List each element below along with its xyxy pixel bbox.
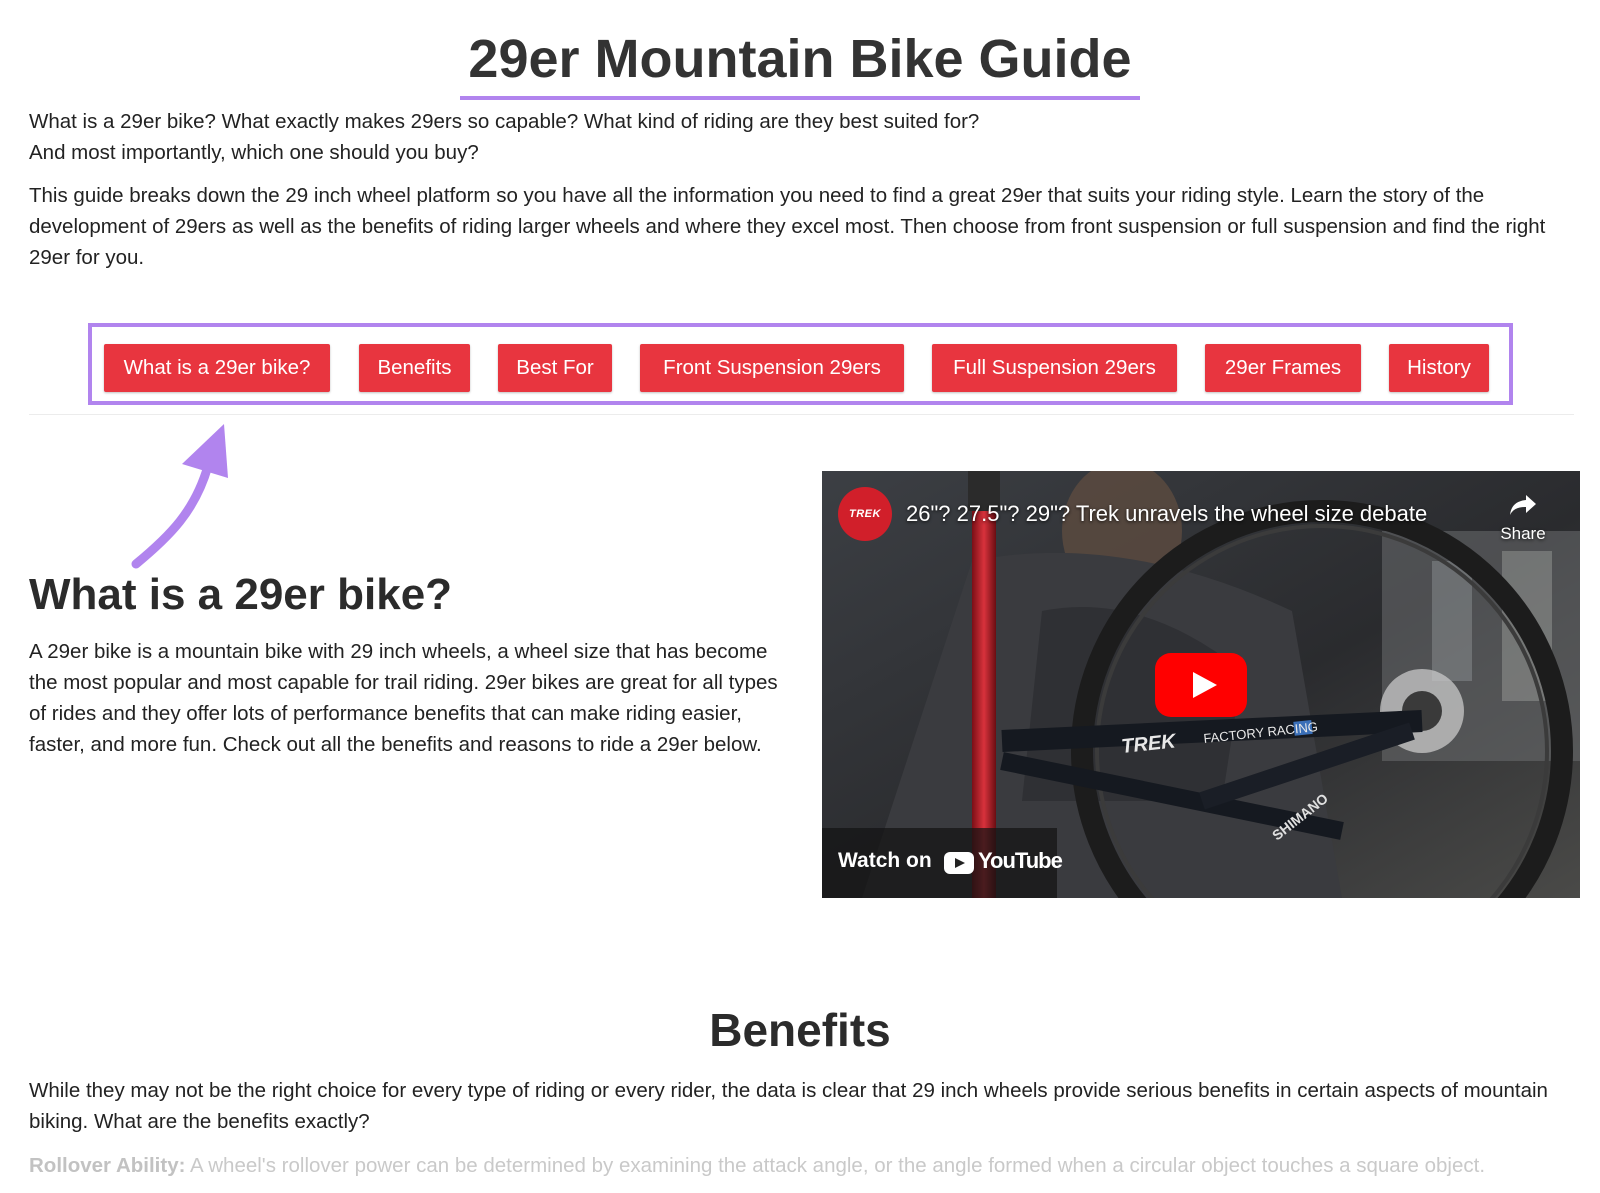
video-embed[interactable]: TREK FACTORY RACING SHIMANO TREK 26"? 27… [822, 471, 1580, 898]
page-title: 29er Mountain Bike Guide [460, 26, 1140, 100]
rollover-label: Rollover Ability: [29, 1154, 186, 1177]
watch-on-label: Watch on [838, 849, 932, 872]
page: 29er Mountain Bike Guide What is a 29er … [0, 0, 1600, 1193]
youtube-play-icon [944, 852, 974, 874]
intro-line-2: And most importantly, which one should y… [29, 141, 479, 164]
section-text-what-is: A 29er bike is a mountain bike with 29 i… [29, 640, 778, 756]
nav-button-what-is[interactable]: What is a 29er bike? [104, 344, 330, 392]
play-button[interactable] [1155, 653, 1247, 717]
intro-paragraph: This guide breaks down the 29 inch wheel… [29, 184, 1546, 269]
intro-line-1: What is a 29er bike? What exactly makes … [29, 110, 980, 133]
section-heading-what-is: What is a 29er bike? [29, 570, 453, 619]
nav-button-29er-frames[interactable]: 29er Frames [1205, 344, 1361, 392]
video-title[interactable]: 26"? 27.5"? 29"? Trek unravels the wheel… [906, 501, 1427, 527]
nav-button-history[interactable]: History [1389, 344, 1489, 392]
youtube-wordmark: YouTube [978, 848, 1063, 873]
nav-button-benefits[interactable]: Benefits [359, 344, 470, 392]
watch-on-youtube-button[interactable]: Watch on YouTube [822, 828, 1063, 898]
rollover-text: A wheel's rollover power can be determin… [185, 1154, 1486, 1177]
arrow-annotation-icon [131, 424, 228, 569]
section-heading-benefits: Benefits [709, 1004, 891, 1056]
nav-button-front-suspension[interactable]: Front Suspension 29ers [640, 344, 904, 392]
nav-button-best-for[interactable]: Best For [498, 344, 612, 392]
nav-button-full-suspension[interactable]: Full Suspension 29ers [932, 344, 1177, 392]
share-icon [1510, 495, 1536, 515]
share-label: Share [1500, 524, 1546, 543]
intro: What is a 29er bike? What exactly makes … [29, 106, 1574, 273]
benefits-text: While they may not be the right choice f… [29, 1079, 1548, 1133]
divider [29, 414, 1574, 415]
rollover-line: Rollover Ability: A wheel's rollover pow… [29, 1150, 1579, 1181]
title-wrap: 29er Mountain Bike Guide [0, 26, 1600, 100]
channel-logo[interactable]: TREK [838, 487, 892, 541]
share-button[interactable]: Share [1488, 493, 1558, 544]
